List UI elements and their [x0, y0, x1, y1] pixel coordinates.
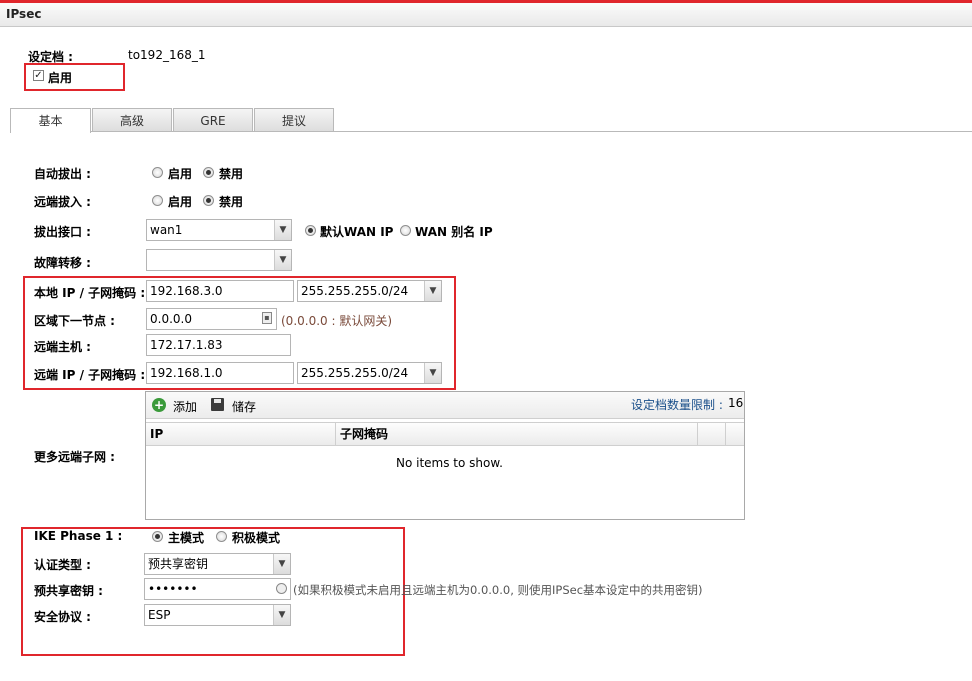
remote-ip-label: 远端 IP / 子网掩码 : — [34, 368, 146, 382]
tab-basic[interactable]: 基本 — [10, 108, 91, 133]
chevron-down-icon: ▼ — [273, 605, 290, 625]
tab-advanced[interactable]: 高级 — [92, 108, 172, 132]
auto-dial-enable-radio[interactable] — [152, 167, 163, 178]
psk-input[interactable] — [144, 578, 291, 600]
auto-dial-disable-label: 禁用 — [219, 167, 244, 181]
remote-dial-label: 远端拔入 : — [34, 195, 91, 209]
grid-empty-text: No items to show. — [396, 456, 503, 470]
ike-phase-label: IKE Phase 1 : — [34, 529, 123, 543]
column-header-mask[interactable]: 子网掩码 — [336, 423, 698, 445]
failover-select[interactable]: ▼ — [146, 249, 292, 271]
limit-label: 设定档数量限制 : — [631, 398, 723, 412]
add-button[interactable]: 添加 — [173, 398, 197, 415]
protocol-label: 安全协议 : — [34, 610, 91, 624]
remote-dial-enable-label: 启用 — [168, 195, 193, 209]
next-hop-label: 区域下一节点 : — [34, 314, 115, 328]
wan-alias-ip-radio[interactable] — [400, 225, 411, 236]
failover-label: 故障转移 : — [34, 256, 91, 270]
more-subnets-label: 更多远端子网 : — [34, 450, 115, 464]
tab-underline — [10, 131, 972, 132]
chevron-down-icon: ▼ — [274, 250, 291, 270]
remote-ip-input[interactable] — [146, 362, 294, 384]
chevron-down-icon: ▼ — [274, 220, 291, 240]
next-hop-hint: (0.0.0.0 : 默认网关) — [281, 314, 393, 328]
auth-type-label: 认证类型 : — [34, 558, 91, 572]
psk-hint: (如果积极模式未启用且远端主机为0.0.0.0, 则使用IPSec基本设定中的共… — [293, 583, 703, 597]
enable-checkbox[interactable]: ✓ — [33, 70, 44, 81]
aggressive-mode-label: 积极模式 — [232, 531, 281, 545]
profile-name: to192_168_1 — [128, 48, 206, 62]
chevron-down-icon: ▼ — [273, 554, 290, 574]
protocol-select[interactable]: ESP ▼ — [144, 604, 291, 626]
local-ip-input[interactable] — [146, 280, 294, 302]
remote-host-label: 远端主机 : — [34, 340, 91, 354]
enable-label: 启用 — [48, 71, 73, 85]
limit-value: 16 — [728, 396, 744, 410]
local-mask-select[interactable]: 255.255.255.0/24 ▼ — [297, 280, 442, 302]
column-header-actions — [698, 423, 726, 445]
key-icon[interactable] — [276, 583, 287, 594]
default-wan-ip-radio[interactable] — [305, 225, 316, 236]
window-title: IPsec — [6, 7, 42, 21]
save-icon[interactable] — [211, 398, 224, 411]
main-mode-label: 主模式 — [168, 531, 205, 545]
remote-mask-select[interactable]: 255.255.255.0/24 ▼ — [297, 362, 442, 384]
column-header-ip[interactable]: IP — [146, 423, 336, 445]
auth-type-select[interactable]: 预共享密钥 ▼ — [144, 553, 291, 575]
window-titlebar: IPsec — [0, 3, 972, 27]
local-ip-label: 本地 IP / 子网掩码 : — [34, 286, 146, 300]
grid-header: IP 子网掩码 — [146, 422, 744, 446]
aggressive-mode-radio[interactable] — [216, 531, 227, 542]
dial-interface-label: 拔出接口 : — [34, 225, 91, 239]
chevron-down-icon: ▼ — [424, 281, 441, 301]
remote-dial-enable-radio[interactable] — [152, 195, 163, 206]
remote-dial-disable-label: 禁用 — [219, 195, 244, 209]
default-wan-ip-label: 默认WAN IP — [320, 225, 394, 239]
grid-toolbar: + 添加 储存 设定档数量限制 : 16 — [146, 392, 744, 419]
tab-proposal[interactable]: 提议 — [254, 108, 334, 132]
auto-dial-disable-radio[interactable] — [203, 167, 214, 178]
auto-dial-label: 自动拔出 : — [34, 167, 91, 181]
next-hop-input[interactable] — [146, 308, 277, 330]
more-subnets-grid: + 添加 储存 设定档数量限制 : 16 IP 子网掩码 No items to… — [145, 391, 745, 520]
add-icon[interactable]: + — [152, 398, 166, 412]
remote-dial-disable-radio[interactable] — [203, 195, 214, 206]
contact-card-icon[interactable]: ▪ — [262, 312, 272, 324]
remote-host-input[interactable] — [146, 334, 291, 356]
dial-interface-select[interactable]: wan1 ▼ — [146, 219, 292, 241]
tab-gre[interactable]: GRE — [173, 108, 253, 132]
save-button[interactable]: 储存 — [232, 398, 256, 415]
psk-label: 预共享密钥 : — [34, 584, 103, 598]
wan-alias-ip-label: WAN 别名 IP — [415, 225, 493, 239]
chevron-down-icon: ▼ — [424, 363, 441, 383]
main-mode-radio[interactable] — [152, 531, 163, 542]
auto-dial-enable-label: 启用 — [168, 167, 193, 181]
